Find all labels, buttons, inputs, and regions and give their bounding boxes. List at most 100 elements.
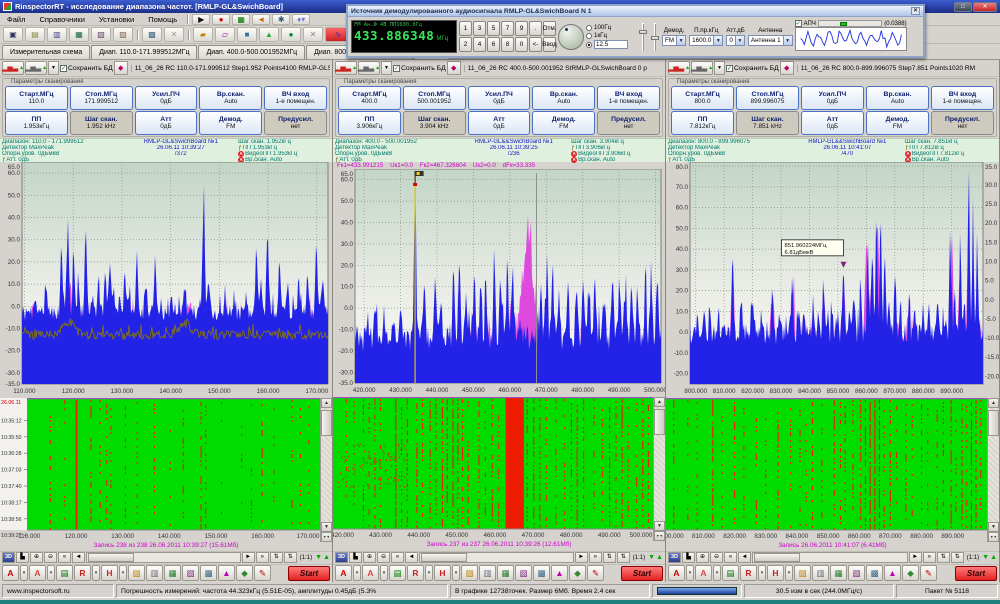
param-button-вчвход[interactable]: ВЧ вход1-е помещен. [264,86,327,110]
param-button-атт[interactable]: Атт0дБ [468,111,531,135]
param-button-пп[interactable]: ПП1.953кГц [5,111,68,135]
param-button-шагскан[interactable]: Шаг скан.3.904 kHz [403,111,466,135]
3d-button[interactable]: 3D [335,552,348,563]
marker-b-dropdown[interactable]: ▾ [47,565,55,581]
page-right-button[interactable]: » [256,552,269,563]
save-db-checkbox[interactable]: ✓ [60,65,67,72]
announce-icon[interactable]: ◄ [252,14,270,25]
keypad-key-5[interactable]: 5 [487,21,500,36]
keypad-key-Ввод[interactable]: Ввод [543,37,556,52]
3d-button[interactable]: 3D [2,552,15,563]
copy-icon[interactable]: ▥ [146,565,163,581]
demodulator-title-bar[interactable]: Источник демодулированного аудиосигнала … [348,6,923,17]
apch-slider[interactable] [818,20,882,27]
alarm-icon[interactable]: ◆ [114,61,128,75]
3d-button[interactable]: 3D [668,552,681,563]
menu-item-2[interactable]: Справочники [32,15,91,24]
record-icon[interactable]: ● [212,14,230,25]
scroll-down-icon[interactable]: ▼ [321,522,332,532]
step-right-button[interactable]: ► [242,552,255,563]
step-radio-custom[interactable] [586,40,636,49]
param-button-стопмгц[interactable]: Стоп.МГц171.999512 [70,86,133,110]
waterfall-scrollbar[interactable]: ▲▼▼▼ [320,398,332,542]
table-icon[interactable]: ▩ [200,565,217,581]
step-left-button[interactable]: ◄ [405,552,418,563]
squelch-slider[interactable] [651,22,659,52]
scroll-up-icon[interactable]: ▲ [321,398,332,408]
waterfall-display-2[interactable]: 420.000430.000440.000450.000460.000470.0… [333,397,653,541]
param-button-стартмгц[interactable]: Старт.МГц110.0 [5,86,68,110]
param-button-усилпч[interactable]: Усил.ПЧ0дБ [135,86,198,110]
tab-3[interactable]: Диап. 400.0-500.001952МГц [198,45,305,59]
page-left-button[interactable]: « [724,552,737,563]
param-button-демод[interactable]: Демод.FM [866,111,929,135]
pencil-icon[interactable]: ✎ [254,565,271,581]
green-up-icon[interactable]: ▲ [656,552,663,563]
zoom-out-button[interactable]: ⊖ [44,552,57,563]
export-chart-icon[interactable]: ▦ [830,565,847,581]
copy-icon[interactable]: ▥ [812,565,829,581]
shield-icon[interactable]: ◆ [569,565,586,581]
scroll-track[interactable] [988,408,999,522]
scroll-down-icon[interactable]: ▼ [988,522,999,532]
waterfall-display-3[interactable]: 800.000810.000820.000830.000840.000850.0… [666,398,987,542]
shift-up-button[interactable]: ⇅ [603,552,616,563]
layers-button[interactable]: ▙ [16,552,29,563]
folder-open-icon[interactable]: ▨ [128,565,145,581]
picture-icon[interactable]: ▩ [142,27,162,42]
page-right-button[interactable]: » [923,552,936,563]
h-graph-icon[interactable]: H [434,565,451,581]
param-button-атт[interactable]: Атт0дБ [801,111,864,135]
close-gray-icon[interactable]: ✕ [303,27,323,42]
h-graph-dropdown[interactable]: ▾ [785,565,793,581]
green-up-icon[interactable]: ▲ [990,552,997,563]
marker-a-icon[interactable]: A [335,565,352,581]
param-button-вчвход[interactable]: ВЧ вход1-е помещен. [597,86,660,110]
export-chart-icon[interactable]: ▦ [497,565,514,581]
combo-select-3[interactable]: 0▼ [726,35,745,46]
notebook-icon[interactable]: ▤ [722,565,739,581]
tuning-knob[interactable] [558,24,584,50]
record-spectrum-button[interactable]: ▂▅▃▲ [2,61,24,75]
r-graph-dropdown[interactable]: ▾ [92,565,100,581]
keypad-key-7[interactable]: 7 [501,21,514,36]
page-left-button[interactable]: « [391,552,404,563]
keypad-key-4[interactable]: 4 [473,37,486,52]
shift-down-button[interactable]: ⇅ [284,552,297,563]
notebook-icon[interactable]: ▤ [56,565,73,581]
spectrum-plot-1[interactable]: 110.000120.000130.000140.000150.000160.0… [0,162,332,398]
marker-a-dropdown[interactable]: ▾ [20,565,28,581]
import-chart-icon[interactable]: ▧ [848,565,865,581]
scroll-track[interactable] [654,407,665,521]
chart-green-icon[interactable]: ● [281,27,301,42]
marker-b-icon[interactable]: A [362,565,379,581]
param-button-стопмгц[interactable]: Стоп.МГц899.996075 [736,86,799,110]
folder-open-icon[interactable]: ▨ [461,565,478,581]
step-radio-2[interactable]: 1кГц [586,32,636,40]
h-graph-icon[interactable]: H [101,565,118,581]
scroll-track[interactable] [321,408,332,522]
record-settings-button[interactable]: ▂▅▃▲ [25,61,47,75]
param-button-стопмгц[interactable]: Стоп.МГц500.001952 [403,86,466,110]
green-up-icon[interactable]: ▲ [323,552,330,563]
panorama-small-icon[interactable]: ▲ [551,565,568,581]
page-left-button[interactable]: « [58,552,71,563]
apch-checkbox[interactable]: ✓ [795,20,802,27]
shield-icon[interactable]: ◆ [902,565,919,581]
antenna-icon[interactable]: ✕ [164,27,184,42]
mail-icon[interactable]: ▰ [193,27,213,42]
grid-icon[interactable]: ▦ [232,14,250,25]
waterfall-hscrollbar[interactable] [86,552,241,563]
param-button-усилпч[interactable]: Усил.ПЧ0дБ [468,86,531,110]
save-db-checkbox[interactable]: ✓ [726,65,733,72]
keypad-key-9[interactable]: 9 [515,21,528,36]
keypad-key-<-[interactable]: <- [529,37,542,52]
menu-item-3[interactable]: Установки [92,15,141,24]
marker-a-dropdown[interactable]: ▾ [353,565,361,581]
save-image-icon[interactable]: ▨ [113,27,133,42]
flag-icon[interactable]: ▱ [215,27,235,42]
r-graph-icon[interactable]: R [74,565,91,581]
tab-2[interactable]: Диап. 110.0-171.999512МГц [91,45,197,59]
green-down-icon[interactable]: ▼ [982,552,989,563]
r-graph-dropdown[interactable]: ▾ [758,565,766,581]
